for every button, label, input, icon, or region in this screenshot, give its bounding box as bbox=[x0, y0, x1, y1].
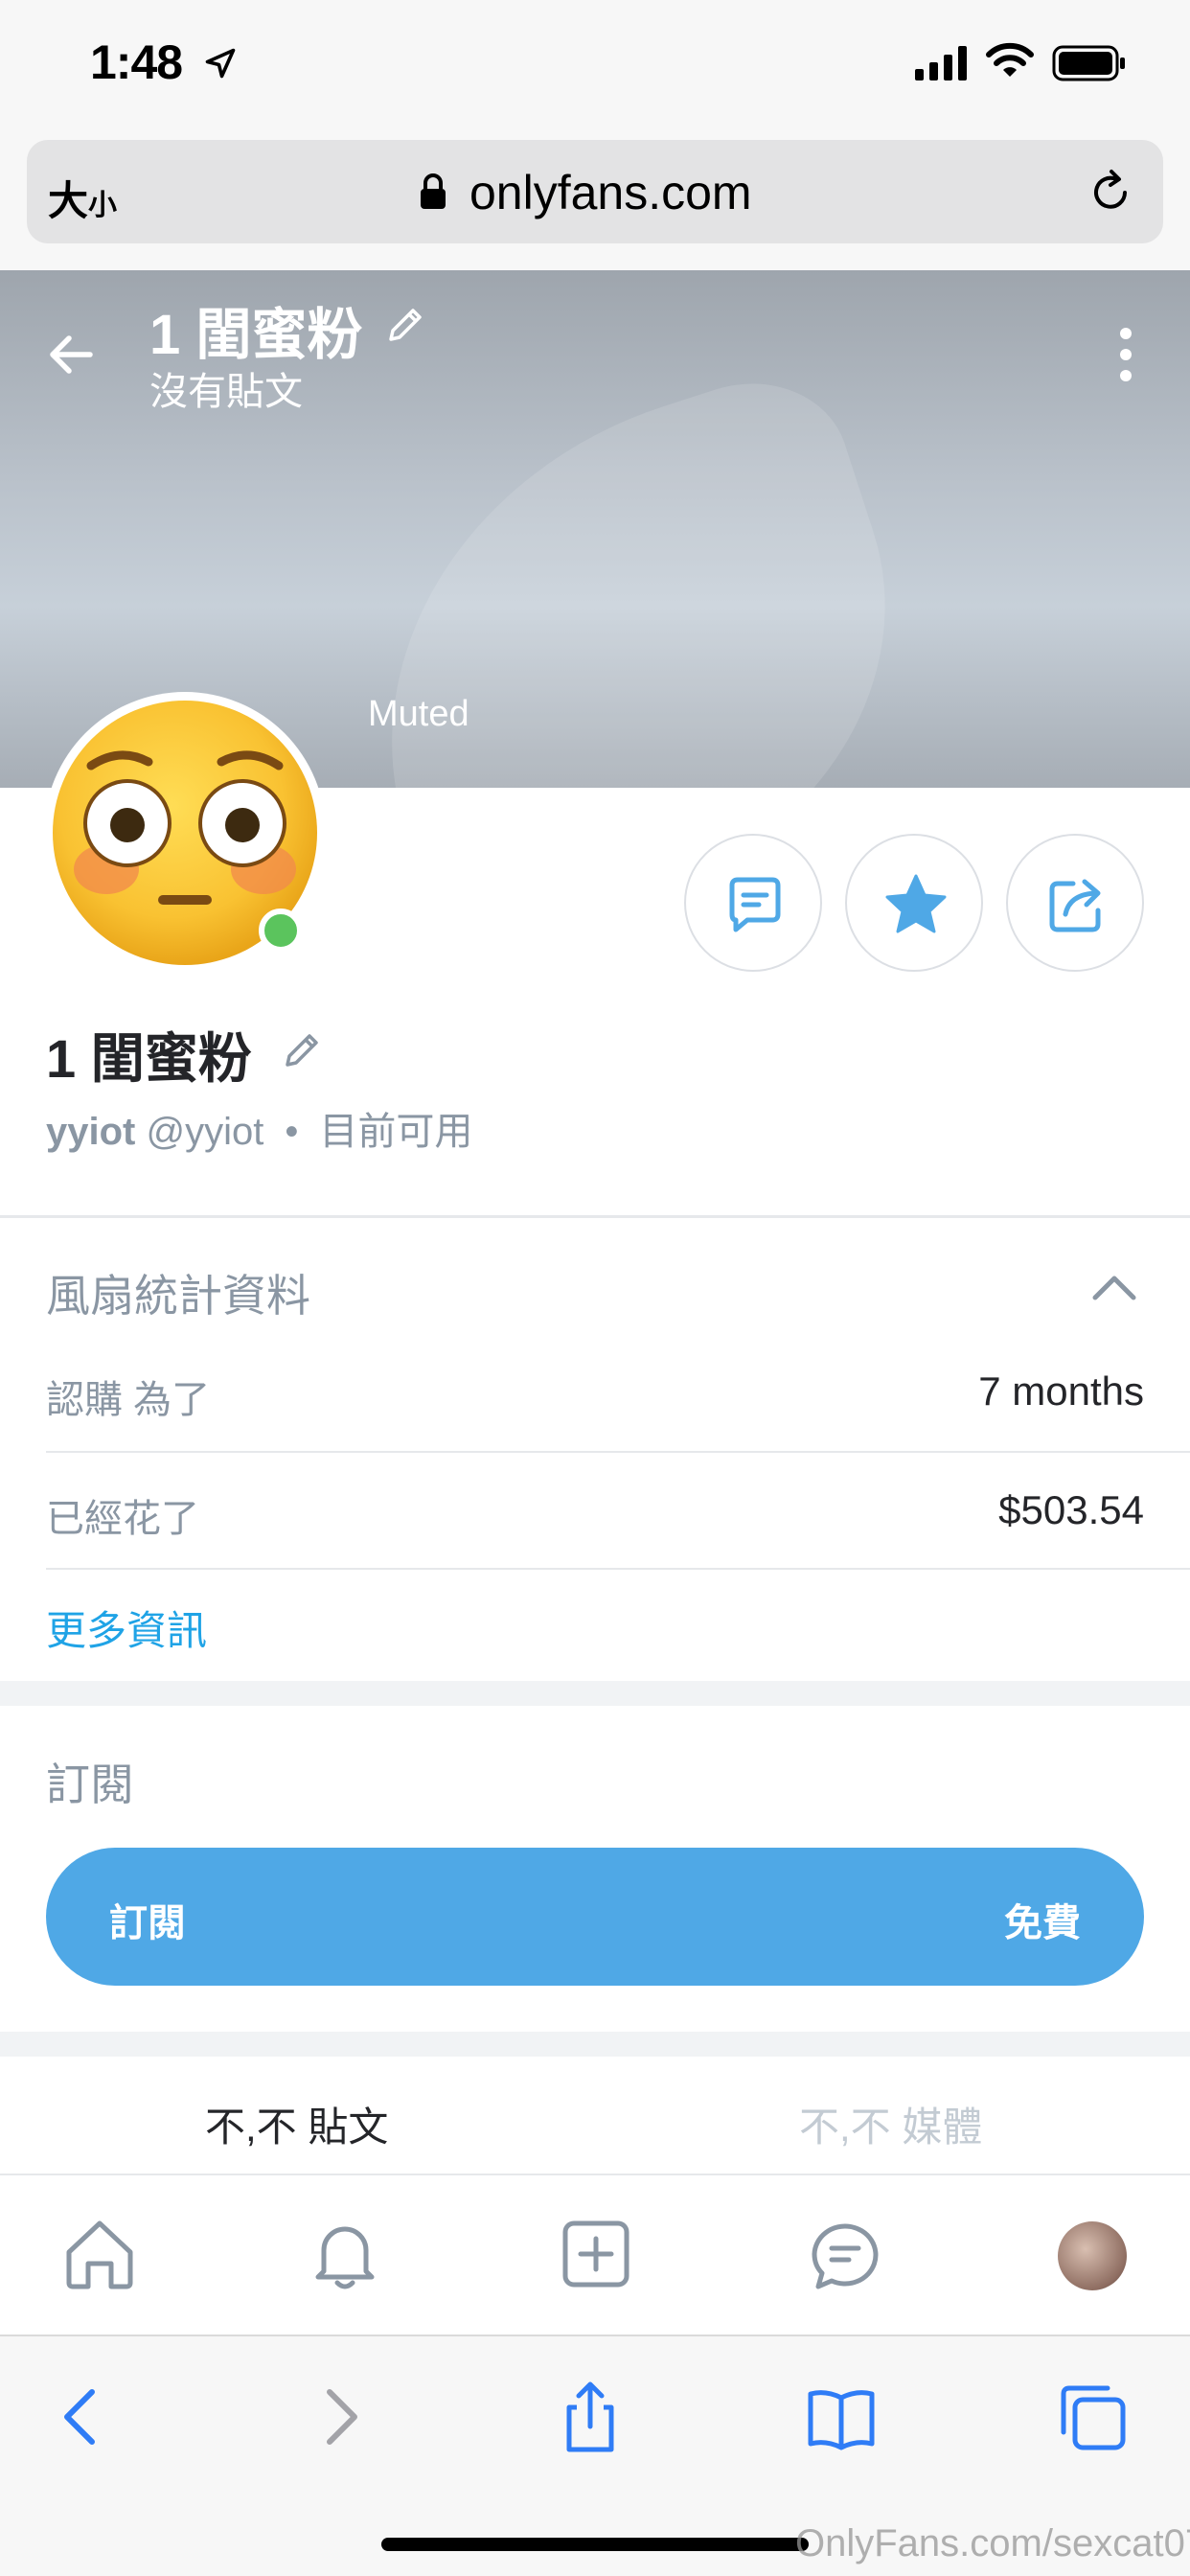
tab-posts[interactable]: 不,不 貼文 bbox=[205, 2095, 388, 2153]
share-profile-button[interactable] bbox=[1006, 834, 1144, 972]
tab-media[interactable]: 不,不 媒體 bbox=[799, 2095, 982, 2153]
row-divider bbox=[46, 1451, 1190, 1453]
share-arrow-icon bbox=[1049, 879, 1101, 932]
subscribe-button[interactable]: 訂閱 免費 bbox=[46, 1848, 1144, 1986]
text-size-button[interactable]: 大小 bbox=[48, 169, 117, 227]
subscription-title: 訂閱 bbox=[46, 1760, 134, 1809]
address-bar[interactable]: 大小 onlyfans.com bbox=[27, 140, 1163, 243]
display-name: yyiot bbox=[46, 1111, 136, 1153]
profile-name: 1 閨蜜粉 bbox=[46, 1028, 252, 1089]
subscribe-price: 免費 bbox=[1004, 1902, 1081, 1944]
star-icon bbox=[885, 874, 947, 933]
section-gap bbox=[0, 2032, 1190, 2057]
back-arrow-icon[interactable] bbox=[42, 326, 100, 383]
lock-icon bbox=[421, 173, 446, 209]
message-icon bbox=[729, 877, 781, 932]
message-button[interactable] bbox=[684, 834, 822, 972]
watermark: OnlyFans.com/sexcat07 bbox=[795, 2522, 1190, 2564]
cellular-signal-icon bbox=[915, 46, 967, 80]
online-status-dot bbox=[259, 908, 303, 953]
status-bar: 1:48 bbox=[0, 0, 1190, 134]
separator-dot: • bbox=[285, 1111, 299, 1153]
reload-icon[interactable] bbox=[1085, 167, 1136, 218]
home-icon[interactable] bbox=[59, 2214, 140, 2294]
subscribe-label: 訂閱 bbox=[109, 1902, 186, 1944]
more-options-icon[interactable] bbox=[1111, 324, 1140, 385]
url-domain[interactable]: onlyfans.com bbox=[469, 165, 752, 220]
tabs-icon[interactable] bbox=[1054, 2379, 1131, 2455]
divider bbox=[0, 1215, 1190, 1218]
share-icon[interactable] bbox=[552, 2379, 629, 2455]
fan-stats-title[interactable]: 風扇統計資料 bbox=[46, 1261, 310, 1324]
status-time: 1:48 bbox=[90, 35, 183, 89]
subscribed-for-label: 認購 為了 bbox=[46, 1379, 211, 1421]
cover-title: 1 閨蜜粉 bbox=[149, 304, 363, 366]
row-divider bbox=[46, 1568, 1190, 1570]
handle-line: yyiot @yyiot • 目前可用 bbox=[46, 1100, 472, 1156]
bell-icon[interactable] bbox=[305, 2214, 385, 2294]
muted-label: Muted bbox=[368, 694, 469, 734]
more-info-link[interactable]: 更多資訊 bbox=[46, 1598, 207, 1657]
section-gap bbox=[0, 1681, 1190, 1706]
spent-label: 已經花了 bbox=[46, 1498, 199, 1540]
browser-address-area: 大小 onlyfans.com bbox=[0, 134, 1190, 270]
home-indicator[interactable] bbox=[381, 2538, 809, 2551]
spent-value: $503.54 bbox=[998, 1487, 1144, 1532]
chevron-up-icon[interactable] bbox=[1090, 1263, 1138, 1311]
app-bottom-nav bbox=[0, 2174, 1190, 2334]
availability-status: 目前可用 bbox=[319, 1111, 473, 1153]
messages-icon[interactable] bbox=[805, 2214, 885, 2294]
add-post-icon[interactable] bbox=[556, 2214, 636, 2294]
location-arrow-icon bbox=[205, 48, 236, 79]
subscribed-for-value: 7 months bbox=[978, 1368, 1144, 1414]
edit-name-pencil-icon[interactable] bbox=[383, 303, 427, 347]
battery-icon bbox=[1052, 45, 1125, 81]
wifi-icon bbox=[986, 42, 1034, 77]
back-icon[interactable] bbox=[44, 2379, 121, 2455]
cover-subtitle: 沒有貼文 bbox=[149, 371, 303, 413]
username-handle: @yyiot bbox=[146, 1111, 264, 1153]
edit-pencil-icon[interactable] bbox=[280, 1028, 324, 1072]
forward-icon[interactable] bbox=[301, 2379, 378, 2455]
favorite-button[interactable] bbox=[845, 834, 983, 972]
profile-avatar[interactable] bbox=[1058, 2221, 1127, 2290]
bookmarks-icon[interactable] bbox=[803, 2379, 880, 2455]
